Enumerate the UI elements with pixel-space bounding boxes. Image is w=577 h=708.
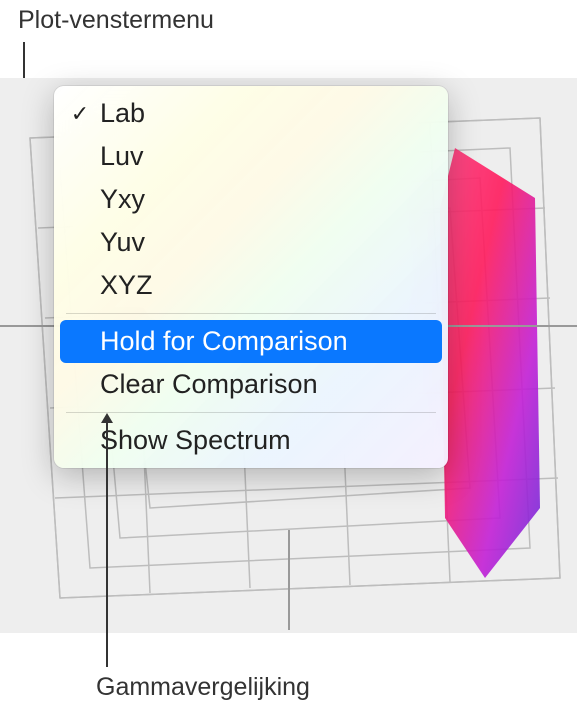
menu-item-yxy[interactable]: Yxy [60,178,442,221]
menu-label: Hold for Comparison [100,326,428,357]
menu-separator [66,313,436,314]
menu-item-hold-comparison[interactable]: Hold for Comparison [60,320,442,363]
menu-item-show-spectrum[interactable]: Show Spectrum [60,419,442,462]
menu-item-lab[interactable]: ✓ Lab [60,92,442,135]
menu-label: Lab [100,98,428,129]
menu-item-clear-comparison[interactable]: Clear Comparison [60,363,442,406]
menu-label: Luv [100,141,428,172]
callout-top-label: Plot-venstermenu [18,6,214,35]
menu-item-luv[interactable]: Luv [60,135,442,178]
menu-label: Yuv [100,227,428,258]
axis-vertical [288,530,290,630]
menu-item-xyz[interactable]: XYZ [60,264,442,307]
menu-item-yuv[interactable]: Yuv [60,221,442,264]
callout-bottom-label: Gammavergelijking [96,673,310,702]
menu-label: XYZ [100,270,428,301]
checkmark-icon: ✓ [60,101,100,127]
menu-separator [66,412,436,413]
menu-label: Show Spectrum [100,425,428,456]
menu-label: Clear Comparison [100,369,428,400]
menu-label: Yxy [100,184,428,215]
callout-arrow-bottom [106,415,108,667]
plot-popup-menu: ✓ Lab Luv Yxy Yuv XYZ Hold for Compariso… [54,86,448,468]
